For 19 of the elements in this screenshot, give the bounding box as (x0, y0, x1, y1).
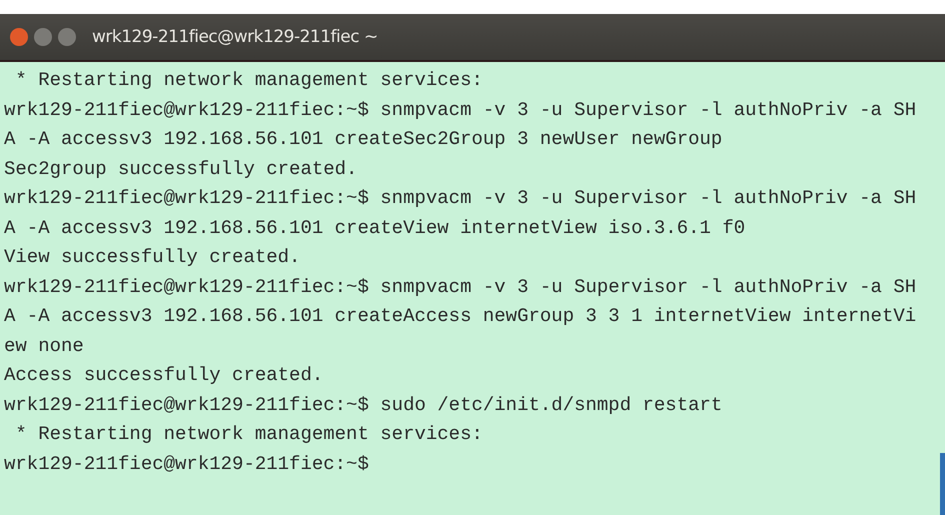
terminal-line: Sec2group successfully created. (4, 156, 358, 182)
terminal-line: A -A accessv3 192.168.56.101 createAccess newGroup 3 3 1 internetView internetVi (4, 304, 918, 329)
terminal-line: * Restarting network management services: (14, 68, 484, 93)
terminal-line: wrk129-211fiec@wrk129-211fiec:~$ sudo /etc/init.d/snmpd restart (4, 392, 724, 418)
terminal-line: ew none (4, 334, 85, 358)
terminal-line: wrk129-211fiec@wrk129-211fiec:~$ snmpvacm -v 3 -u Supervisor -l authNoPriv -a SH (4, 186, 918, 211)
terminal-line: wrk129-211fiec@wrk129-211fiec:~$ snmpvacm -v 3 -u Supervisor -l authNoPriv -a SH (4, 274, 918, 300)
scrollbar-thumb[interactable] (940, 453, 945, 515)
terminal-line: wrk129-211fiec@wrk129-211fiec:~$ (4, 452, 370, 476)
window-title: wrk129-211fiec@wrk129-211fiec ~ (92, 27, 378, 47)
terminal-line: View successfully created. (4, 245, 302, 270)
terminal-line: Access successfully created. (4, 363, 324, 388)
maximize-button[interactable] (58, 28, 76, 46)
minimize-button[interactable] (34, 28, 52, 46)
terminal-line: A -A accessv3 192.168.56.101 createView internetView iso.3.6.1 f0 (4, 216, 746, 240)
close-button[interactable] (10, 28, 28, 46)
terminal-line: A -A accessv3 192.168.56.101 createSec2Group 3 newUser newGroup (4, 127, 724, 152)
terminal-line: wrk129-211fiec@wrk129-211fiec:~$ snmpvacm -v 3 -u Supervisor -l authNoPriv -a SH (4, 98, 918, 122)
terminal-line: * Restarting network management services: (14, 422, 484, 447)
